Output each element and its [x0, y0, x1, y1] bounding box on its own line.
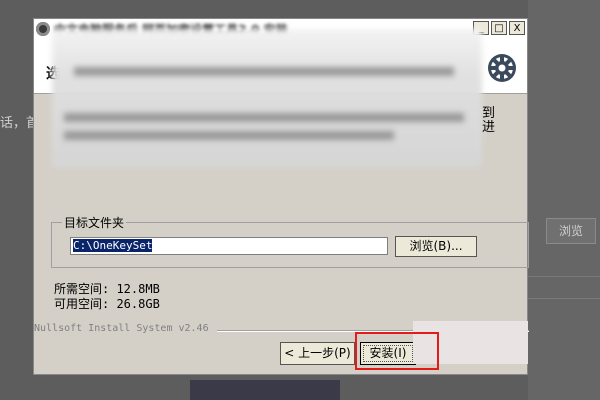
highlight-box: [355, 332, 439, 370]
back-button[interactable]: < 上一步(P): [280, 342, 355, 365]
app-icon: [36, 22, 50, 36]
blurred-text-line: [64, 113, 464, 122]
browse-button[interactable]: 浏览(B)...: [395, 236, 477, 257]
blurred-content: [52, 29, 482, 167]
background-taskbar: [190, 380, 340, 400]
background-divider: [528, 298, 600, 299]
blurred-text-line: [74, 67, 454, 76]
maximize-button[interactable]: □: [491, 21, 507, 35]
space-available: 可用空间: 26.8GB: [54, 297, 160, 311]
install-path-input[interactable]: C:\OneKeySet: [70, 237, 388, 255]
close-button[interactable]: X: [509, 21, 525, 35]
description-line: 进: [482, 120, 496, 135]
background-browse-button: 浏览: [546, 218, 596, 244]
destination-folder-label: 目标文件夹: [62, 214, 127, 231]
gear-icon: [488, 54, 516, 82]
background-panel: [528, 0, 600, 400]
description-line: 到: [482, 106, 496, 121]
install-path-value: C:\OneKeySet: [73, 239, 153, 252]
background-divider: [528, 276, 600, 277]
description-text-fragment: 到 进: [482, 107, 495, 135]
destination-folder-group: 目标文件夹 C:\OneKeySet 浏览(B)...: [51, 214, 529, 268]
blurred-text-line: [64, 131, 394, 140]
background-text: 话，首: [0, 116, 34, 131]
branding-text: Nullsoft Install System v2.46: [34, 323, 209, 334]
